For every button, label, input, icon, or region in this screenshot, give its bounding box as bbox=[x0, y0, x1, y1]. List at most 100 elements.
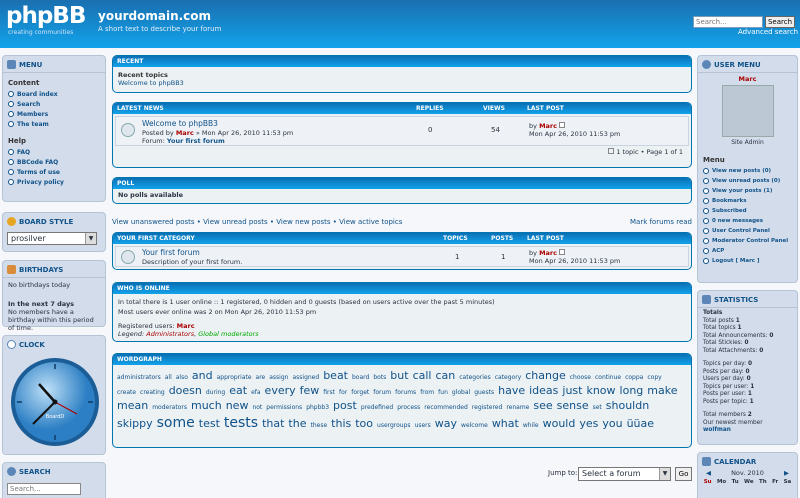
wordgraph-word[interactable]: during bbox=[206, 389, 225, 397]
wordgraph-word[interactable]: fun bbox=[438, 389, 448, 397]
menu-view-unread-posts[interactable]: View unread posts (0) bbox=[703, 176, 797, 186]
menu-mcp[interactable]: Moderator Control Panel bbox=[703, 236, 797, 246]
wordgraph-word[interactable]: that bbox=[262, 417, 284, 431]
menu-bookmarks[interactable]: Bookmarks bbox=[703, 196, 797, 206]
wordgraph-word[interactable]: phpbb3 bbox=[306, 404, 329, 412]
wordgraph-word[interactable]: would bbox=[543, 417, 576, 431]
wordgraph-word[interactable]: yes bbox=[579, 417, 598, 431]
menu-subscribed[interactable]: Subscribed bbox=[703, 206, 797, 216]
link-unread[interactable]: View unread posts bbox=[203, 218, 267, 226]
news-topic-link[interactable]: Welcome to phpBB3 bbox=[142, 119, 218, 128]
wordgraph-word[interactable]: appropriate bbox=[217, 374, 252, 382]
wordgraph-word[interactable]: are bbox=[256, 374, 266, 382]
wordgraph-word[interactable]: category bbox=[495, 374, 522, 382]
legend-admins[interactable]: Administrators bbox=[146, 330, 194, 338]
wordgraph-word[interactable]: board bbox=[352, 374, 369, 382]
recent-topic-link[interactable]: Welcome to phpBB3 bbox=[118, 79, 184, 87]
wordgraph-word[interactable]: permissions bbox=[266, 404, 302, 412]
wordgraph-word[interactable]: coppa bbox=[625, 374, 643, 382]
wordgraph-word[interactable]: eat bbox=[229, 384, 247, 398]
wordgraph-word[interactable]: predefined bbox=[361, 404, 393, 412]
wordgraph-word[interactable]: this bbox=[331, 417, 351, 431]
forum-link[interactable]: Your first forum bbox=[142, 248, 200, 257]
wordgraph-word[interactable]: test bbox=[199, 417, 220, 431]
wordgraph-word[interactable]: for bbox=[339, 389, 347, 397]
side-search-input[interactable] bbox=[7, 483, 81, 495]
wordgraph-word[interactable]: make bbox=[647, 384, 677, 398]
wordgraph-word[interactable]: can bbox=[435, 369, 455, 383]
wordgraph-word[interactable]: but bbox=[390, 369, 408, 383]
wordgraph-word[interactable]: copy bbox=[647, 374, 661, 382]
wordgraph-word[interactable]: the bbox=[288, 417, 306, 431]
wordgraph-word[interactable]: also bbox=[176, 374, 188, 382]
menu-item-board-index[interactable]: Board index bbox=[8, 89, 100, 99]
wordgraph-word[interactable]: post bbox=[333, 399, 357, 413]
wordgraph-word[interactable]: users bbox=[415, 422, 431, 430]
wordgraph-word[interactable]: process bbox=[397, 404, 420, 412]
wordgraph-word[interactable]: not bbox=[252, 404, 262, 412]
menu-acp[interactable]: ACP bbox=[703, 246, 797, 256]
wordgraph-word[interactable]: continue bbox=[595, 374, 621, 382]
link-unanswered[interactable]: View unanswered posts bbox=[112, 218, 195, 226]
wordgraph-word[interactable]: forum bbox=[373, 389, 391, 397]
wordgraph-word[interactable]: and bbox=[192, 369, 213, 383]
menu-logout[interactable]: Logout [ Marc ] bbox=[703, 256, 797, 266]
user-menu-username[interactable]: Marc bbox=[698, 75, 797, 83]
wordgraph-word[interactable]: forget bbox=[351, 389, 369, 397]
wordgraph-word[interactable]: much bbox=[191, 399, 222, 413]
menu-item-faq[interactable]: FAQ bbox=[8, 147, 100, 157]
wordgraph-word[interactable]: categories bbox=[459, 374, 490, 382]
wordgraph-word[interactable]: some bbox=[157, 414, 195, 432]
wordgraph-word[interactable]: skippy bbox=[117, 417, 153, 431]
menu-ucp[interactable]: User Control Panel bbox=[703, 226, 797, 236]
wordgraph-word[interactable]: creating bbox=[140, 389, 165, 397]
wordgraph-word[interactable]: guests bbox=[474, 389, 494, 397]
jump-select[interactable]: Select a forum ▼ bbox=[578, 467, 671, 481]
wordgraph-word[interactable]: new bbox=[226, 399, 249, 413]
jump-go-button[interactable]: Go bbox=[675, 467, 692, 481]
news-author-link[interactable]: Marc bbox=[176, 129, 194, 137]
wordgraph-word[interactable]: choose bbox=[570, 374, 591, 382]
wordgraph-word[interactable]: change bbox=[525, 369, 565, 383]
wordgraph-word[interactable]: doesn bbox=[169, 384, 202, 398]
menu-item-team[interactable]: The team bbox=[8, 119, 100, 129]
wordgraph-word[interactable]: call bbox=[413, 369, 432, 383]
advanced-search-link[interactable]: Advanced search bbox=[738, 28, 798, 36]
wordgraph-word[interactable]: recommended bbox=[424, 404, 468, 412]
wordgraph-word[interactable]: forums bbox=[395, 389, 416, 397]
next-month-icon[interactable]: ▶ bbox=[784, 469, 789, 477]
wordgraph-word[interactable]: first bbox=[323, 389, 335, 397]
wordgraph-word[interactable]: all bbox=[165, 374, 172, 382]
wordgraph-word[interactable]: assigned bbox=[292, 374, 319, 382]
forum-last-author[interactable]: Marc bbox=[539, 249, 557, 257]
menu-item-privacy[interactable]: Privacy policy bbox=[8, 177, 100, 187]
wordgraph-word[interactable]: usergroups bbox=[377, 422, 411, 430]
menu-item-bbcode-faq[interactable]: BBCode FAQ bbox=[8, 157, 100, 167]
legend-mods[interactable]: Global moderators bbox=[198, 330, 258, 338]
wordgraph-word[interactable]: just bbox=[562, 384, 582, 398]
wordgraph-word[interactable]: from bbox=[420, 389, 434, 397]
newest-member-link[interactable]: wolfman bbox=[703, 427, 731, 433]
wordgraph-word[interactable]: beat bbox=[323, 369, 348, 383]
wordgraph-word[interactable]: shouldn bbox=[606, 399, 649, 413]
wordgraph-word[interactable]: moderators bbox=[152, 404, 187, 412]
link-active-topics[interactable]: View active topics bbox=[339, 218, 402, 226]
wordgraph-word[interactable]: have bbox=[498, 384, 525, 398]
wordgraph-word[interactable]: create bbox=[117, 389, 136, 397]
wordgraph-word[interactable]: bots bbox=[373, 374, 386, 382]
wordgraph-word[interactable]: registered bbox=[472, 404, 503, 412]
wordgraph-word[interactable]: too bbox=[355, 417, 373, 431]
wordgraph-word[interactable]: see bbox=[533, 399, 552, 413]
style-select[interactable]: prosilver ▼ bbox=[7, 232, 97, 245]
wordgraph-word[interactable]: welcome bbox=[461, 422, 488, 430]
wordgraph-word[interactable]: know bbox=[586, 384, 615, 398]
wordgraph-word[interactable]: these bbox=[310, 422, 327, 430]
wordgraph-word[interactable]: sense bbox=[557, 399, 589, 413]
view-latest-post-icon[interactable] bbox=[559, 122, 566, 128]
wordgraph-word[interactable]: ideas bbox=[529, 384, 558, 398]
prev-month-icon[interactable]: ◀ bbox=[706, 469, 711, 477]
wordgraph-word[interactable]: set bbox=[593, 404, 602, 412]
category-title[interactable]: Your first category bbox=[117, 235, 195, 242]
news-forum-link[interactable]: Your first forum bbox=[167, 137, 225, 145]
phpbb-logo[interactable]: phpBB creating communities bbox=[6, 3, 86, 36]
